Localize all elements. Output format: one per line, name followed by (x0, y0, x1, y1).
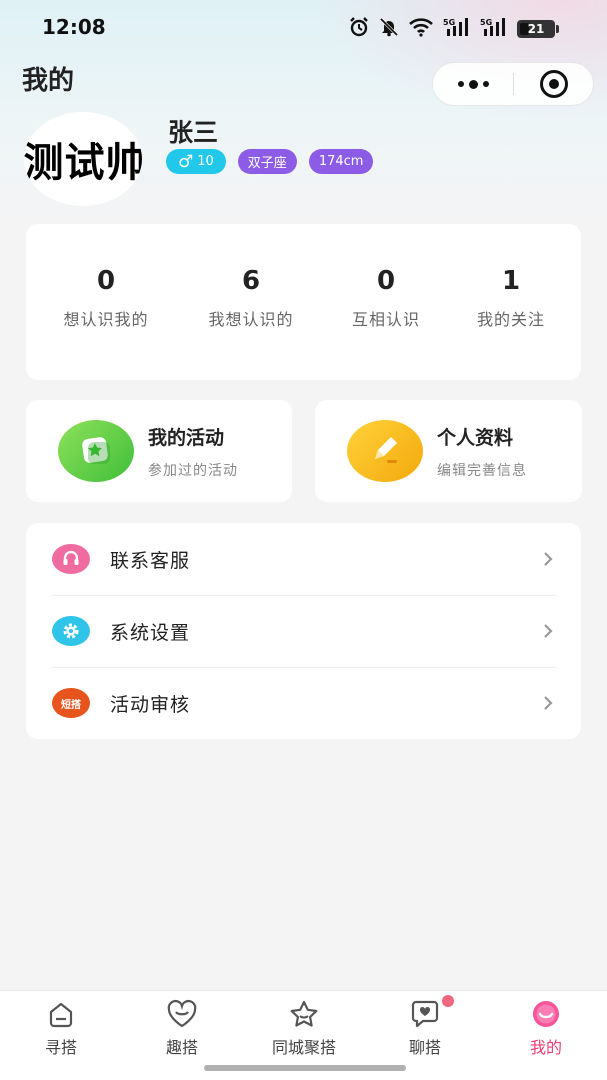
activity-icon (58, 420, 134, 482)
review-icon: 短搭 (52, 688, 90, 718)
battery-icon: 21 (517, 20, 559, 38)
smile-icon (529, 999, 563, 1029)
menu-item-customer-service[interactable]: 联系客服 (52, 523, 556, 595)
heart-icon (165, 999, 199, 1029)
alarm-icon (348, 16, 370, 42)
menu-label: 活动审核 (110, 693, 191, 716)
signal-icon: 5G (443, 17, 471, 41)
menu-item-system-settings[interactable]: 系统设置 (52, 595, 556, 667)
shortcut-subtitle: 编辑完善信息 (437, 462, 527, 479)
zodiac-tag: 双子座 (237, 149, 297, 174)
tab-label: 聊搭 (408, 1038, 441, 1057)
stat-value: 0 (96, 266, 116, 296)
stat-value: 0 (376, 266, 396, 296)
stat-want-to-know-me[interactable]: 0 想认识我的 (36, 266, 176, 330)
profile-info-card[interactable]: 个人资料 编辑完善信息 (315, 400, 582, 502)
more-button[interactable] (433, 79, 513, 89)
tab-xunda[interactable]: 寻搭 (6, 999, 116, 1058)
tab-label: 我的 (529, 1038, 562, 1057)
tab-label: 趣搭 (165, 1038, 198, 1057)
tab-label: 寻搭 (44, 1038, 77, 1057)
status-bar: 12:08 5G 5G 21 (0, 0, 607, 56)
status-icons: 5G 5G 21 (348, 16, 559, 42)
menu-label: 联系客服 (110, 549, 191, 572)
home-indicator (204, 1065, 406, 1071)
stat-label: 想认识我的 (63, 310, 149, 329)
target-icon (539, 70, 568, 98)
stat-value: 1 (501, 266, 521, 296)
mini-program-capsule (432, 62, 594, 106)
tab-tongcheng[interactable]: 同城聚搭 (249, 999, 359, 1058)
status-time: 12:08 (42, 15, 106, 39)
tab-label: 同城聚搭 (271, 1038, 336, 1057)
stat-label: 互相认识 (351, 310, 420, 329)
chevron-right-icon (540, 623, 556, 639)
star-icon (288, 999, 320, 1029)
svg-text:5G: 5G (443, 18, 455, 27)
tab-wode[interactable]: 我的 (491, 999, 601, 1058)
shortcut-title: 我的活动 (148, 426, 225, 449)
menu-label: 系统设置 (110, 621, 191, 644)
headset-icon (52, 544, 90, 574)
close-program-button[interactable] (514, 70, 593, 98)
stat-mutual[interactable]: 0 互相认识 (316, 266, 456, 330)
stat-label: 我想认识的 (208, 310, 294, 329)
page-title: 我的 (22, 66, 75, 96)
mute-bell-icon (379, 17, 399, 41)
wifi-icon (408, 17, 434, 41)
avatar-text: 测试帅 (24, 140, 142, 186)
chevron-right-icon (540, 551, 556, 567)
settings-menu: 联系客服 系统设置 短搭 活动审核 (26, 523, 581, 739)
stat-i-want-to-know[interactable]: 6 我想认识的 (181, 266, 321, 330)
avatar[interactable]: 测试帅 (24, 112, 142, 206)
menu-item-activity-review[interactable]: 短搭 活动审核 (52, 667, 556, 739)
chat-heart-icon (408, 995, 454, 1029)
shortcut-title: 个人资料 (437, 426, 514, 449)
my-activities-card[interactable]: 我的活动 参加过的活动 (26, 400, 292, 502)
male-icon: ♂ (178, 151, 194, 172)
battery-level: 21 (527, 22, 545, 36)
profile-tags: ♂ 10 双子座 174cm (166, 149, 374, 174)
gear-icon (52, 616, 90, 646)
review-icon-text: 短搭 (61, 699, 81, 711)
unread-badge (442, 995, 454, 1007)
age-value: 10 (197, 154, 214, 169)
svg-text:5G: 5G (480, 18, 492, 27)
gender-age-tag: ♂ 10 (166, 149, 226, 174)
stat-value: 6 (241, 266, 261, 296)
stat-following[interactable]: 1 我的关注 (441, 266, 581, 330)
home-icon (45, 999, 77, 1029)
edit-icon (347, 420, 423, 482)
stat-label: 我的关注 (476, 310, 545, 329)
tab-liaoda[interactable]: 聊搭 (370, 995, 480, 1058)
tab-quda[interactable]: 趣搭 (127, 999, 237, 1058)
stats-card: 0 想认识我的 6 我想认识的 0 互相认识 1 我的关注 (26, 224, 581, 380)
signal-icon-2: 5G (480, 17, 508, 41)
shortcut-subtitle: 参加过的活动 (148, 462, 238, 479)
height-tag: 174cm (308, 149, 374, 174)
chevron-right-icon (540, 695, 556, 711)
user-name: 张三 (168, 118, 219, 147)
